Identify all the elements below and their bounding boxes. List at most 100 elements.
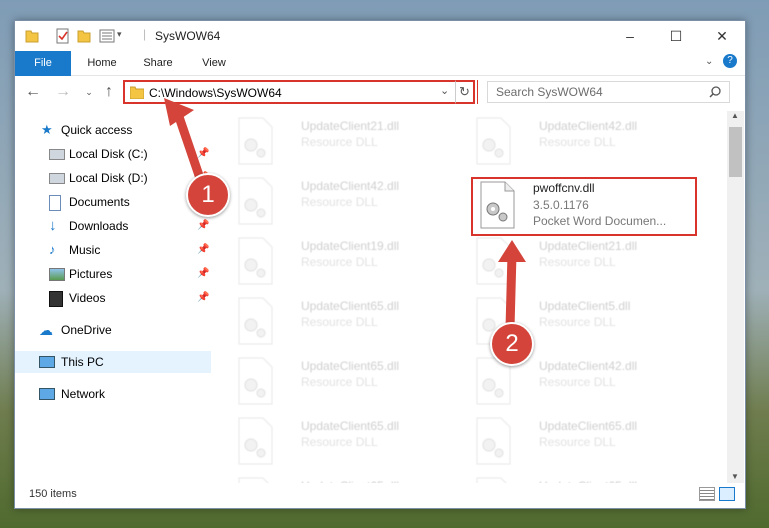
sidebar-item-music[interactable]: ♪ Music 📌 (15, 239, 211, 261)
title-bar: ▾ | SysWOW64 – ☐ ✕ (15, 21, 745, 51)
file-item[interactable]: UpdateClient42.dll Resource DLL (235, 175, 465, 231)
pin-icon[interactable]: 📌 (197, 287, 209, 309)
large-icons-view-icon[interactable] (719, 487, 735, 501)
details-view-icon[interactable] (699, 487, 715, 501)
dll-file-icon (238, 177, 273, 225)
file-item[interactable]: UpdateClient65.dllResource DLL (235, 355, 465, 411)
properties-icon[interactable] (55, 28, 71, 44)
pin-icon[interactable]: 📌 (197, 239, 209, 261)
item-count: 150 items (29, 488, 77, 500)
drive-icon (49, 149, 65, 160)
maximize-button[interactable]: ☐ (653, 21, 699, 51)
pin-icon[interactable]: 📌 (197, 215, 209, 237)
pictures-icon (49, 268, 65, 281)
address-divider (477, 80, 478, 104)
videos-icon (49, 291, 63, 307)
file-type: Resource DLL (539, 435, 616, 449)
sidebar-item-quick-access[interactable]: ★ Quick access (15, 119, 211, 141)
navigation-pane: ★ Quick access Local Disk (C:) 📌 Local D… (15, 111, 211, 483)
address-path: C:\Windows\SysWOW64 (149, 86, 282, 100)
scrollbar-thumb[interactable] (729, 127, 742, 177)
dll-file-icon (238, 237, 273, 285)
window-title: SysWOW64 (155, 29, 221, 43)
file-name: UpdateClient42.dll (301, 179, 400, 193)
file-name: UpdateClient5.dll (539, 299, 631, 313)
back-arrow-icon[interactable]: ← (23, 82, 43, 102)
search-placeholder: Search SysWOW64 (496, 85, 603, 99)
file-name: UpdateClient65.dll (301, 419, 400, 433)
file-item[interactable]: UpdateClient65.dllResource DLL (235, 475, 465, 483)
file-item[interactable]: UpdateClient21.dll Resource DLL (473, 235, 703, 291)
refresh-icon[interactable]: ↻ (455, 80, 475, 104)
sidebar-item-local-disk-c[interactable]: Local Disk (C:) 📌 (15, 143, 211, 165)
file-item[interactable]: UpdateClient42.dll Resource DLL (473, 115, 703, 171)
dll-file-icon (238, 357, 273, 405)
file-item[interactable]: UpdateClient65.dll Resource DLL (235, 415, 465, 471)
scroll-down-icon[interactable]: ▼ (731, 472, 739, 481)
file-name: UpdateClient42.dll (539, 359, 638, 373)
up-arrow-icon[interactable]: ↑ (99, 82, 119, 102)
scroll-up-icon[interactable]: ▲ (731, 111, 739, 120)
step-badge-1: 1 (186, 173, 230, 217)
recent-locations-chevron-icon[interactable]: ⌄ (79, 82, 99, 102)
network-icon (39, 388, 55, 400)
file-name: UpdateClient21.dll (301, 119, 400, 133)
documents-icon (49, 195, 61, 211)
file-type: Resource DLL (301, 435, 378, 449)
new-folder-icon[interactable] (77, 28, 91, 44)
minimize-button[interactable]: – (607, 21, 653, 51)
vertical-scrollbar[interactable]: ▲ ▼ (727, 111, 744, 483)
file-type: Resource DLL (539, 315, 616, 329)
dll-file-icon (476, 237, 511, 285)
tab-home[interactable]: Home (77, 51, 127, 75)
tab-view[interactable]: View (189, 51, 239, 75)
sidebar-item-pictures[interactable]: Pictures 📌 (15, 263, 211, 285)
sidebar-item-this-pc[interactable]: This PC (15, 351, 211, 373)
sidebar-item-local-disk-d[interactable]: Local Disk (D:) 📌 (15, 167, 211, 189)
file-item[interactable]: UpdateClient65.dllResource DLL (473, 475, 703, 483)
file-type: Resource DLL (301, 315, 378, 329)
expand-ribbon-icon[interactable]: ⌄ (705, 56, 713, 67)
pin-icon[interactable]: 📌 (197, 143, 209, 165)
search-input[interactable]: Search SysWOW64 (487, 81, 730, 103)
address-bar[interactable]: C:\Windows\SysWOW64 ⌄ (123, 80, 475, 104)
file-type: Resource DLL (539, 375, 616, 389)
address-dropdown-chevron-icon[interactable]: ⌄ (440, 84, 449, 97)
file-item[interactable]: UpdateClient21.dll Resource DLL (235, 115, 465, 171)
file-type: Resource DLL (539, 255, 616, 269)
sidebar-item-downloads[interactable]: ↓ Downloads 📌 (15, 215, 211, 237)
highlight-box (471, 177, 697, 236)
search-icon (709, 86, 721, 98)
step-badge-2: 2 (490, 322, 534, 366)
sidebar-item-videos[interactable]: Videos 📌 (15, 287, 211, 309)
pin-icon[interactable]: 📌 (197, 263, 209, 285)
folder-icon (25, 30, 39, 43)
dll-file-icon (238, 417, 273, 465)
view-options-icon[interactable] (99, 28, 115, 44)
file-explorer-window: ▾ | SysWOW64 – ☐ ✕ File Home Share View … (14, 20, 746, 509)
music-icon: ♪ (49, 242, 56, 257)
tab-share[interactable]: Share (133, 51, 183, 75)
file-name: UpdateClient65.dll (301, 299, 400, 313)
ribbon-tabs: File Home Share View ⌄ ? (15, 51, 745, 107)
file-name: UpdateClient65.dll (539, 419, 638, 433)
forward-arrow-icon[interactable]: → (53, 82, 73, 102)
download-arrow-icon: ↓ (49, 217, 57, 234)
sidebar-item-network[interactable]: Network (15, 383, 211, 405)
sidebar-item-documents[interactable]: Documents 📌 (15, 191, 211, 213)
file-item[interactable]: UpdateClient65.dll Resource DLL (473, 415, 703, 471)
file-item[interactable]: UpdateClient65.dll Resource DLL (235, 295, 465, 351)
file-name: UpdateClient19.dll (301, 239, 400, 253)
star-icon: ★ (41, 122, 53, 137)
file-item[interactable]: UpdateClient19.dll Resource DLL (235, 235, 465, 291)
navigation-bar: ← → ⌄ ↑ C:\Windows\SysWOW64 ⌄ ↻ Search S… (15, 76, 745, 110)
file-type: Resource DLL (539, 135, 616, 149)
computer-icon (39, 356, 55, 368)
dll-file-icon (476, 117, 511, 165)
sidebar-item-onedrive[interactable]: ☁ OneDrive (15, 319, 211, 341)
file-name: UpdateClient42.dll (539, 119, 638, 133)
close-button[interactable]: ✕ (699, 21, 745, 51)
customize-toolbar-chevron-icon[interactable]: ▾ (117, 29, 122, 40)
help-icon[interactable]: ? (723, 54, 737, 68)
file-type: Resource DLL (301, 135, 378, 149)
